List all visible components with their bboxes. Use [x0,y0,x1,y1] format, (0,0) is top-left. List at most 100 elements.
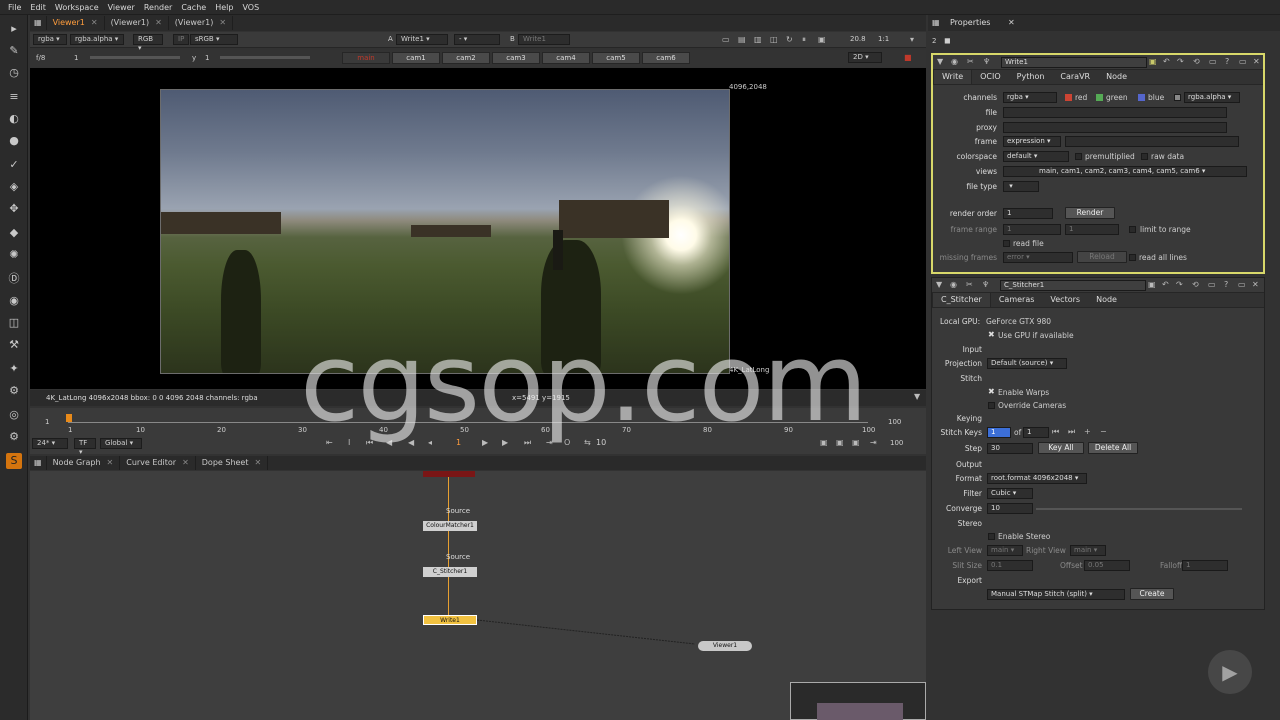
viewer-node[interactable]: Viewer1 [698,641,752,651]
menu-vos[interactable]: VOS [242,3,259,12]
format-dropdown[interactable]: root.format 4096x2048 ▾ [987,473,1087,484]
channels-dropdown[interactable]: rgba ▾ [1003,92,1057,103]
red-checkbox[interactable] [1065,94,1072,101]
right-view-dropdown[interactable]: main ▾ [1070,545,1106,556]
global-dropdown[interactable]: Global ▾ [100,438,142,449]
wipe-icon[interactable]: ◫ [770,35,778,44]
tab-dope-sheet[interactable]: Dope Sheet ✕ [196,456,269,470]
menu-viewer[interactable]: Viewer [108,3,135,12]
write-node[interactable]: Write1 [423,615,477,625]
play-overlay-icon[interactable]: ▶ [1208,650,1252,694]
collapse-icon[interactable]: ▼ [936,280,942,289]
green-checkbox[interactable] [1096,94,1103,101]
rgb-dropdown[interactable]: RGB ▾ [133,34,163,52]
lut-dropdown[interactable]: sRGB ▾ [190,34,238,45]
close-icon[interactable]: ✕ [1253,57,1260,66]
menu-workspace[interactable]: Workspace [55,3,99,12]
revert-icon[interactable]: ⟲ [1192,280,1199,289]
collapse-icon[interactable]: ▼ [937,57,943,66]
tab-c-stitcher[interactable]: C_Stitcher [932,293,991,307]
tab-vectors[interactable]: Vectors [1042,293,1088,307]
prev-key-icon[interactable]: ⏮ [1052,427,1059,437]
expand-icon[interactable]: ▼ [914,392,920,401]
channel-icon[interactable]: ≡ [6,89,22,105]
key-all-button[interactable]: Key All [1038,442,1084,454]
views-dropdown[interactable]: main, cam1, cam2, cam3, cam4, cam5, cam6… [1003,166,1247,177]
write-name-field[interactable]: Write1 [1001,57,1147,68]
premultiplied-checkbox[interactable] [1075,153,1082,160]
views-icon[interactable]: ◉ [6,293,22,309]
file-type-dropdown[interactable]: ▾ [1003,181,1039,192]
caravr-icon[interactable]: ⚙ [6,383,22,399]
enable-stereo-checkbox[interactable] [988,533,995,540]
tab-node[interactable]: Node [1088,293,1125,307]
pin-icon[interactable]: ♆ [982,280,989,289]
tab-caravr[interactable]: CaraVR [1052,70,1098,84]
offset-input[interactable]: 0.05 [1084,560,1130,571]
gl-icon[interactable]: ▣ [818,35,826,44]
float-panel-icon[interactable]: ▭ [1238,280,1246,289]
enable-warps-checkbox[interactable]: ✖ [988,387,995,396]
limit-range-checkbox[interactable] [1129,226,1136,233]
tab-grip[interactable]: ▦ [30,16,47,30]
compare-dropdown[interactable]: - ▾ [454,34,500,45]
proxy-input[interactable] [1003,122,1227,133]
node-graph[interactable]: Source ColourMatcher1 Source C_Stitcher1… [30,471,926,720]
metadata-icon[interactable]: ◫ [6,315,22,331]
converge-slider[interactable] [1036,508,1242,510]
alpha-dropdown[interactable]: rgba.alpha ▾ [1184,92,1240,103]
lock-icon[interactable]: ◼ [944,36,951,45]
pointer-icon[interactable]: ▸ [6,21,22,37]
tab-grip[interactable]: ▦ [932,18,940,27]
cam-main-button[interactable]: main [342,52,390,64]
redo-icon[interactable]: ↷ [1177,57,1184,66]
pause-icon[interactable]: ⏸ [802,35,806,45]
cut-icon[interactable]: ✂ [966,280,973,289]
tab-node[interactable]: Node [1098,70,1135,84]
ratio-value[interactable]: 1:1 [878,35,889,43]
filter-icon[interactable]: ● [6,133,22,149]
tab-python[interactable]: Python [1009,70,1053,84]
colourmatcher-node[interactable]: ColourMatcher1 [423,521,477,531]
stop-icon[interactable]: ■ [904,53,912,62]
playhead[interactable] [66,414,72,422]
stitcher-name-field[interactable]: C_Stitcher1 [1000,280,1146,291]
redo-icon[interactable]: ↷ [1176,280,1183,289]
other-icon[interactable]: ✦ [6,361,22,377]
out-frame[interactable]: 100 [890,439,903,447]
deep-icon[interactable]: Ⓓ [6,271,22,287]
menu-cache[interactable]: Cache [181,3,206,12]
tab-cameras[interactable]: Cameras [991,293,1043,307]
falloff-input[interactable]: 1 [1182,560,1228,571]
range-icon[interactable]: ⇥ [870,438,877,447]
alpha-dropdown[interactable]: rgba.alpha ▾ [70,34,124,45]
fps-dropdown[interactable]: 24* ▾ [32,438,68,449]
timeline-start[interactable]: 1 [45,418,49,426]
pin-icon[interactable]: ♆ [983,57,990,66]
navigator-minimap[interactable] [790,682,926,720]
cam3-button[interactable]: cam3 [492,52,540,64]
help-icon[interactable]: ? [1224,280,1228,289]
s-icon[interactable]: S [6,453,22,469]
tab-grip[interactable]: ▦ [30,456,47,470]
roi-icon[interactable]: ▭ [722,35,730,44]
close-icon[interactable]: ✕ [155,16,162,30]
color-chip-icon[interactable]: ▣ [1149,57,1157,66]
color-chip-icon[interactable]: ▣ [1148,280,1156,289]
stitch-key-count[interactable]: 1 [1023,427,1049,438]
close-icon[interactable]: ✕ [1008,18,1015,27]
next-key-icon[interactable]: ⏭ [1068,427,1075,437]
cam4-button[interactable]: cam4 [542,52,590,64]
render-order-input[interactable]: 1 [1003,208,1053,219]
channel-dropdown[interactable]: rgba ▾ [33,34,67,45]
raw-data-checkbox[interactable] [1141,153,1148,160]
properties-title[interactable]: Properties [950,18,990,27]
zoom-value[interactable]: 20.8 [850,35,866,43]
left-view-dropdown[interactable]: main ▾ [987,545,1023,556]
gear-icon[interactable]: ⚙ [6,429,22,445]
clock-icon[interactable]: ◷ [6,65,22,81]
create-button[interactable]: Create [1130,588,1174,600]
float-panel-icon[interactable]: ▭ [1239,57,1247,66]
gain-slider[interactable] [90,56,180,59]
read-all-lines-checkbox[interactable] [1129,254,1136,261]
